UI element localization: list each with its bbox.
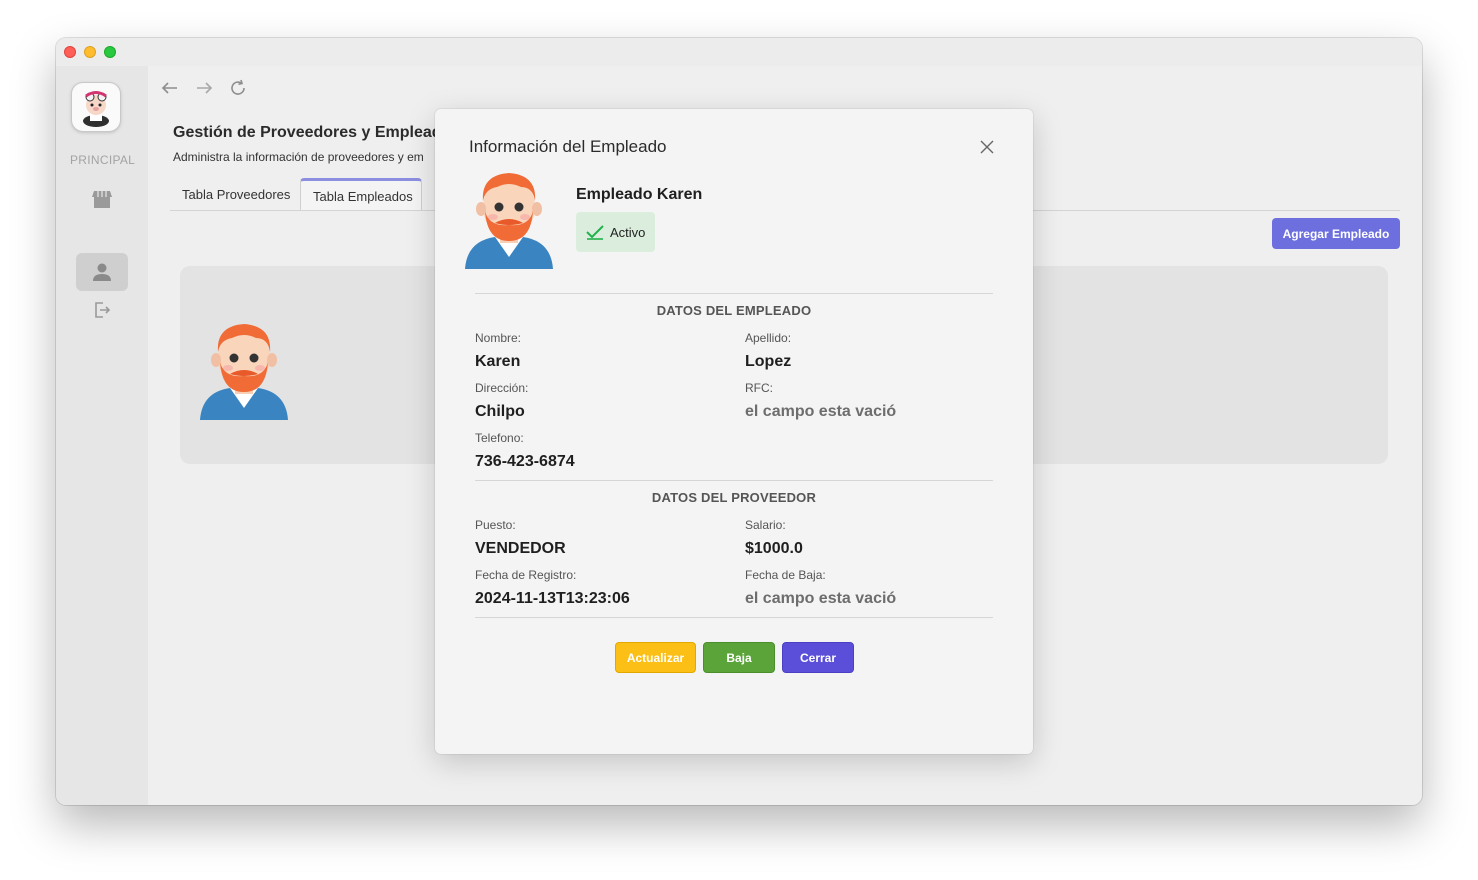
title-bar [56,38,1422,66]
man-red-beard-icon [200,324,288,420]
salario-label: Salario: [745,518,786,532]
modal-title: Información del Empleado [469,137,667,156]
status-badge: Activo [576,212,655,252]
tab-empleados[interactable]: Tabla Empleados [300,178,422,211]
sidebar-item-proveedores[interactable] [76,180,128,218]
direccion-label: Dirección: [475,381,529,395]
sidebar-item-logout[interactable] [76,291,128,329]
mascot-logo-icon [83,91,109,127]
app-logo[interactable] [71,82,121,132]
section-employee-title: DATOS DEL EMPLEADO [656,303,812,318]
man-red-beard-icon [465,173,553,269]
logout-icon [95,302,111,318]
rfc-label: RFC: [745,381,773,395]
modal-close-button[interactable] [975,135,999,159]
close-modal-button[interactable]: Cerrar [782,642,854,673]
store-icon [92,191,112,208]
forward-button[interactable] [192,76,216,100]
puesto-label: Puesto: [475,518,516,532]
fecha-baja-value: el campo esta vació [745,590,897,607]
sidebar-item-empleados[interactable] [76,253,128,291]
page-title: Gestión de Proveedores y Empleados [173,124,461,141]
divider [475,293,993,294]
update-button[interactable]: Actualizar [615,642,696,673]
minimize-window-button[interactable] [84,46,96,58]
arrow-left-icon [161,82,177,94]
user-icon [93,263,111,281]
sidebar-section-label: PRINCIPAL [70,153,136,167]
employee-name: Empleado Karen [576,186,703,203]
apellido-value: Lopez [745,353,792,370]
arrow-right-icon [197,82,213,94]
employee-info-modal: Información del Empleado Empleado Karen [435,109,1033,754]
fecha-baja-label: Fecha de Baja: [745,568,826,582]
modal-employee-avatar [461,167,557,276]
reload-button[interactable] [226,76,250,100]
close-window-button[interactable] [64,46,76,58]
telefono-value: 736-423-6874 [475,453,575,470]
nombre-label: Nombre: [475,331,522,345]
telefono-label: Telefono: [475,431,524,445]
reload-icon [231,79,245,95]
rfc-value: el campo esta vació [745,403,897,420]
fecha-registro-value: 2024-11-13T13:23:06 [475,590,630,607]
close-icon [980,140,994,154]
nombre-value: Karen [475,353,521,370]
divider [475,617,993,618]
tab-proveedores[interactable]: Tabla Proveedores [170,178,300,211]
back-button[interactable] [158,76,182,100]
sidebar: PRINCIPAL [56,66,148,805]
divider [475,480,993,481]
fecha-registro-label: Fecha de Registro: [475,568,577,582]
salario-value: $1000.0 [745,540,803,557]
apellido-label: Apellido: [745,331,792,345]
direccion-value: Chilpo [475,403,525,420]
check-icon [586,225,604,240]
employee-avatar [196,318,292,427]
maximize-window-button[interactable] [104,46,116,58]
deactivate-button[interactable]: Baja [703,642,775,673]
add-employee-button[interactable]: Agregar Empleado [1272,218,1400,249]
puesto-value: VENDEDOR [475,540,566,557]
page-subtitle: Administra la información de proveedores… [173,150,424,164]
section-provider-title: DATOS DEL PROVEEDOR [651,490,817,505]
status-label: Activo [610,224,646,240]
